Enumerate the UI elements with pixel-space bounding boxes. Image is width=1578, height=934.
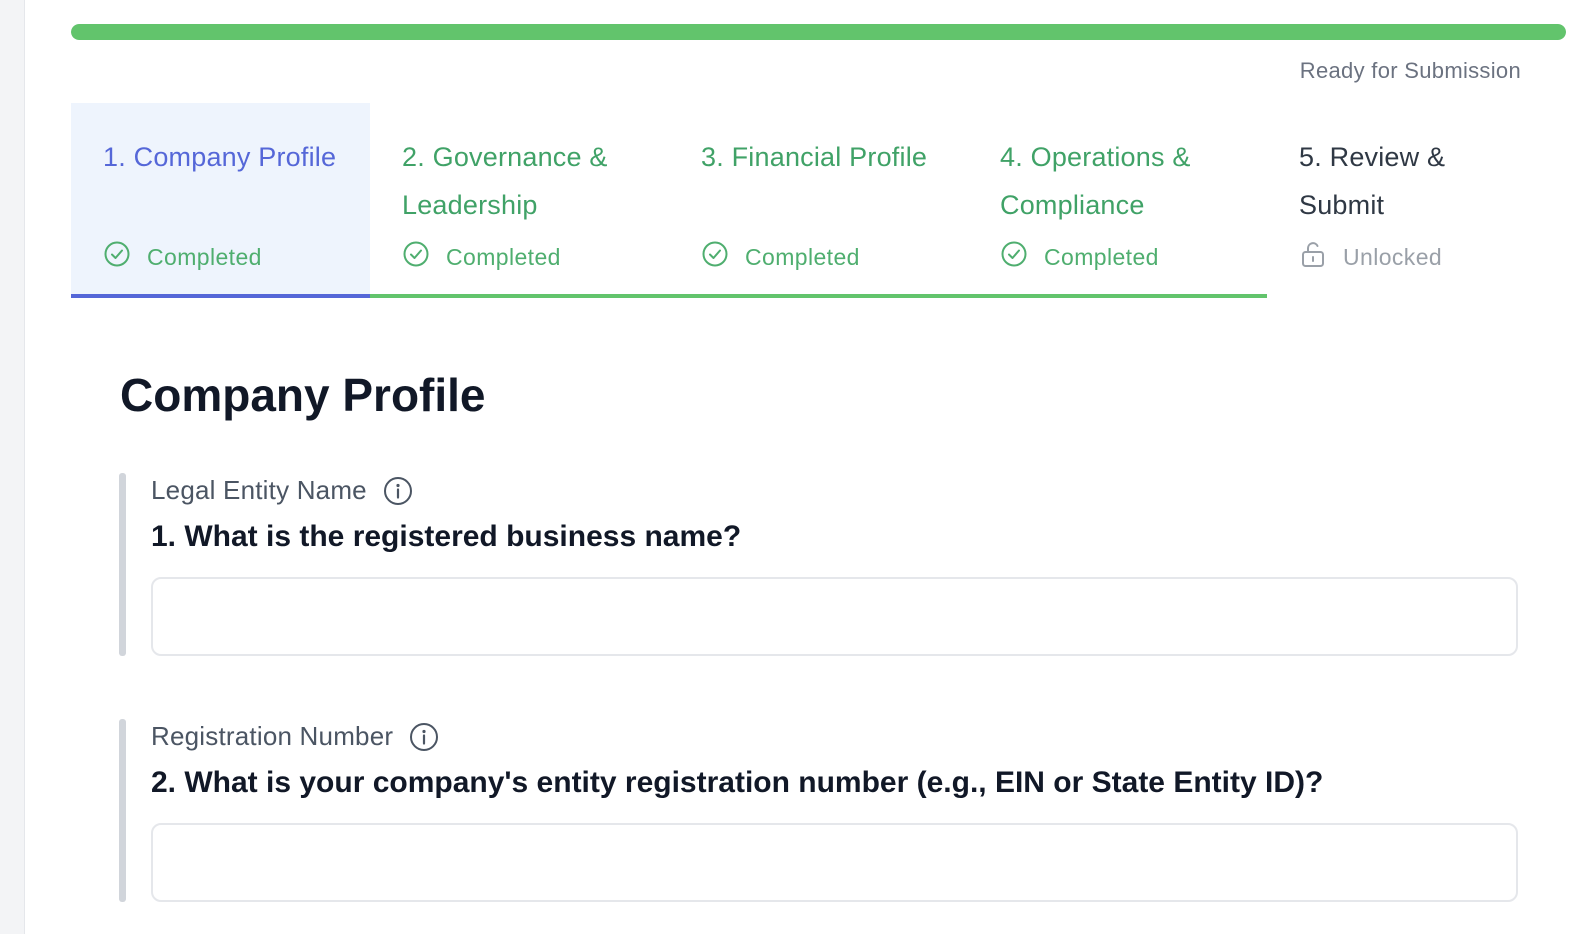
question-label: Legal Entity Name	[151, 475, 367, 505]
step-tabs: 1. Company Profile Completed 2. Governan…	[71, 103, 1567, 298]
tab-label: 4. Operations & Compliance	[1000, 142, 1191, 220]
check-circle-icon	[402, 240, 446, 274]
tab-status: Completed	[103, 240, 262, 274]
check-circle-icon	[701, 240, 745, 274]
left-rail	[0, 0, 25, 934]
question-label: Registration Number	[151, 721, 394, 751]
page-title: Company Profile	[120, 369, 486, 421]
check-circle-icon	[1000, 240, 1044, 274]
registration-number-input[interactable]	[151, 823, 1518, 902]
tab-status: Completed	[1000, 240, 1159, 274]
tab-underline	[669, 294, 968, 298]
tab-governance-leadership[interactable]: 2. Governance & Leadership Completed	[370, 103, 669, 298]
tab-status-label: Completed	[147, 243, 262, 270]
tab-underline	[968, 294, 1267, 298]
tab-status-label: Completed	[745, 243, 860, 270]
tab-status: Completed	[701, 240, 860, 274]
info-icon[interactable]	[383, 476, 413, 506]
tab-status: Unlocked	[1299, 240, 1442, 274]
tab-financial-profile[interactable]: 3. Financial Profile Completed	[669, 103, 968, 298]
submission-status: Ready for Submission	[1299, 58, 1521, 83]
question-accent-bar	[119, 719, 126, 902]
tab-operations-compliance[interactable]: 4. Operations & Compliance Completed	[968, 103, 1267, 298]
tab-status-label: Completed	[1044, 243, 1159, 270]
tab-label: 2. Governance & Leadership	[402, 142, 608, 220]
tab-status-label: Unlocked	[1343, 243, 1443, 270]
info-icon[interactable]	[409, 722, 439, 752]
question-block: Registration Number 2. What is your comp…	[119, 719, 1519, 902]
question-text: 2. What is your company's entity registr…	[151, 766, 1324, 799]
tab-underline	[71, 294, 370, 298]
tab-label: 1. Company Profile	[103, 142, 337, 172]
question-label-row: Registration Number	[151, 721, 439, 752]
question-accent-bar	[119, 473, 126, 656]
tab-company-profile[interactable]: 1. Company Profile Completed	[71, 103, 370, 298]
tab-status-label: Completed	[446, 243, 561, 270]
unlock-icon	[1299, 240, 1343, 274]
question-label-row: Legal Entity Name	[151, 475, 413, 506]
legal-entity-name-input[interactable]	[151, 577, 1518, 656]
question-block: Legal Entity Name 1. What is the registe…	[119, 473, 1519, 656]
tab-underline	[370, 294, 669, 298]
tab-label: 3. Financial Profile	[701, 142, 928, 172]
tab-label: 5. Review & Submit	[1299, 142, 1446, 220]
tab-status: Completed	[402, 240, 561, 274]
check-circle-icon	[103, 240, 147, 274]
progress-bar-fill	[71, 24, 1566, 40]
progress-bar	[71, 24, 1566, 40]
question-text: 1. What is the registered business name?	[151, 520, 742, 553]
tab-review-submit[interactable]: 5. Review & Submit Unlocked	[1267, 103, 1566, 298]
